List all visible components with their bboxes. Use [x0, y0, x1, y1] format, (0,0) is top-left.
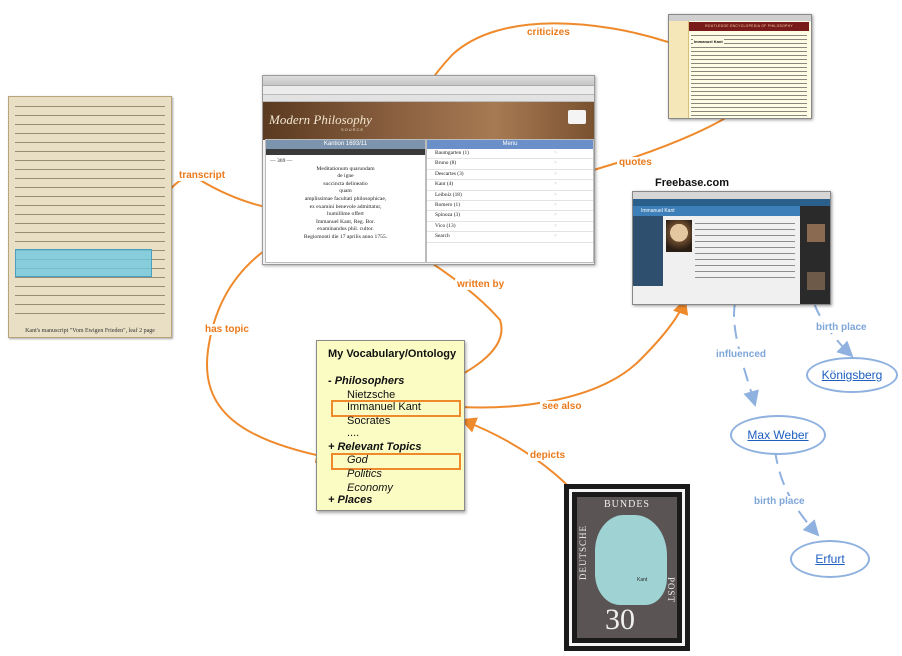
menu-item[interactable]: Spinoza (3) [427, 211, 593, 222]
related-person-thumbnail [807, 224, 825, 242]
latin-text-line: succincta delineatio [323, 180, 368, 187]
browser-url-bar [263, 86, 594, 95]
stamp-inner: BUNDES DEUTSCHE POST Kant 30 [577, 497, 677, 638]
entity-max-weber-link[interactable]: Max Weber [730, 415, 826, 455]
vocab-item-socrates: Socrates [347, 415, 391, 427]
latin-text-line: quam [339, 188, 352, 195]
browser-bookmarks-bar [263, 95, 594, 102]
browser-tab-bar [263, 76, 594, 86]
freebase-label: Freebase.com [655, 177, 729, 189]
latin-text: — 369 — Meditationum quarundam de igne succ… [266, 155, 425, 242]
edge-label-influenced: influenced [714, 349, 769, 360]
menu-item[interactable]: Bruno (8) [427, 159, 593, 170]
places-heading: + Places [328, 494, 373, 506]
philosophers-heading: - Philosophers [328, 375, 405, 387]
manuscript-caption: Kant's manuscript "Vom Ewigen Frieden", … [25, 328, 155, 334]
menu-panel-header: Menu [427, 140, 593, 149]
freebase-article-text [695, 220, 795, 280]
edge-label-written-by: written by [455, 279, 507, 290]
related-person-thumbnail [807, 272, 825, 290]
stamp-value: 30 [605, 603, 635, 636]
encyclopedia-screenshot: ROUTLEDGE ENCYCLOPEDIA OF PHILOSOPHY Imm… [668, 14, 812, 119]
latin-text-line: Immanuel Kant, Reg. Bor. [315, 218, 376, 225]
menu-item[interactable]: Leibniz (18) [427, 191, 593, 201]
topics-heading: + Relevant Topics [328, 441, 422, 453]
edge-label-depicts: depicts [528, 450, 568, 461]
edge-label-birth-place-1: birth place [814, 322, 869, 333]
edge-see-also [459, 298, 689, 409]
kant-stamp-image: BUNDES DEUTSCHE POST Kant 30 [564, 484, 690, 651]
latin-text-line: amplissimae facultati philosophicae, [304, 195, 387, 202]
encyclopedia-sidebar [669, 21, 689, 118]
stamp-right-text: POST [666, 577, 676, 604]
latin-text-line: Regiomonti die 17 aprilis anno 1755. [303, 233, 388, 240]
edge-label-quotes: quotes [617, 157, 654, 168]
menu-item[interactable]: Kant (4) [427, 180, 593, 191]
kant-manuscript-image: Kant's manuscript "Vom Ewigen Frieden", … [8, 96, 172, 338]
menu-item[interactable]: Search [427, 232, 593, 243]
manuscript-handwriting [15, 101, 165, 319]
website-logo-subtitle: SOURCE [341, 127, 365, 132]
stamp-name-text: Kant [637, 577, 648, 583]
edge-has-topic [206, 234, 332, 464]
latin-text-line: examinandus phil. cultor. [317, 226, 374, 233]
latin-text-line: humillime offert [327, 211, 364, 218]
vocab-item-politics: Politics [347, 468, 382, 480]
vocab-item-ellipsis: .... [347, 427, 360, 439]
menu-list: Baumgarten (1)Bruno (8)Descartes (3)Kant… [427, 149, 593, 243]
entity-erfurt-link[interactable]: Erfurt [790, 540, 870, 578]
edge-label-has-topic: has topic [203, 324, 251, 335]
edge-label-birth-place-2: birth place [752, 496, 807, 507]
manuscript-highlighted-passage [15, 249, 152, 277]
website-screenshot: Modern Philosophy SOURCE Kantion 1693/11… [262, 75, 595, 265]
freebase-sidebar [633, 216, 663, 286]
stamp-top-text: BUNDES [603, 499, 650, 510]
latin-text-line: Meditationum quarundam [316, 165, 375, 172]
edge-birth-place-2 [774, 449, 820, 537]
freebase-entity-header: Immanuel Kant [633, 206, 800, 216]
vocabulary-ontology-box: My Vocabulary/Ontology - Philosophers Ni… [316, 340, 465, 511]
vocab-item-economy: Economy [347, 482, 393, 494]
edge-label-criticizes: criticizes [525, 27, 572, 38]
freebase-nav-bar [633, 199, 830, 206]
menu-item[interactable]: Baumgarten (1) [427, 149, 593, 160]
edge-label-see-also: see also [540, 401, 584, 412]
vocab-item-god: God [347, 454, 368, 466]
menu-item[interactable]: Vico (13) [427, 222, 593, 233]
encyclopedia-article-heading: Immanuel Kant [693, 39, 724, 44]
menu-item[interactable]: Romero (1) [427, 201, 593, 212]
website-banner: Modern Philosophy SOURCE [263, 102, 594, 140]
encyclopedia-article-text [691, 33, 807, 116]
menu-item[interactable]: Descartes (3) [427, 170, 593, 181]
latin-text-line: de igne [337, 173, 354, 180]
freebase-browser-bar [633, 192, 830, 199]
website-logo-title: Modern Philosophy [269, 112, 372, 127]
website-toolbar-icon [568, 110, 586, 124]
stamp-left-text: DEUTSCHE [578, 525, 588, 580]
encyclopedia-browser-bar [669, 15, 811, 21]
edge-label-transcript: transcript [177, 170, 228, 181]
freebase-screenshot: Immanuel Kant [632, 191, 831, 305]
encyclopedia-banner: ROUTLEDGE ENCYCLOPEDIA OF PHILOSOPHY [689, 22, 809, 31]
entity-konigsberg-link[interactable]: Königsberg [806, 357, 898, 393]
vocabulary-title: My Vocabulary/Ontology [328, 348, 457, 360]
vocab-item-kant: Immanuel Kant [347, 401, 421, 413]
text-panel-header: Kantion 1693/11 [266, 140, 425, 149]
kant-face-illustration [595, 515, 667, 605]
kant-portrait-thumbnail [666, 220, 692, 252]
website-text-panel: Kantion 1693/11 — 369 — Meditationum quar… [265, 139, 426, 263]
latin-text-line: — 369 — [270, 158, 293, 164]
website-menu-panel: Menu Baumgarten (1)Bruno (8)Descartes (3… [426, 139, 594, 263]
